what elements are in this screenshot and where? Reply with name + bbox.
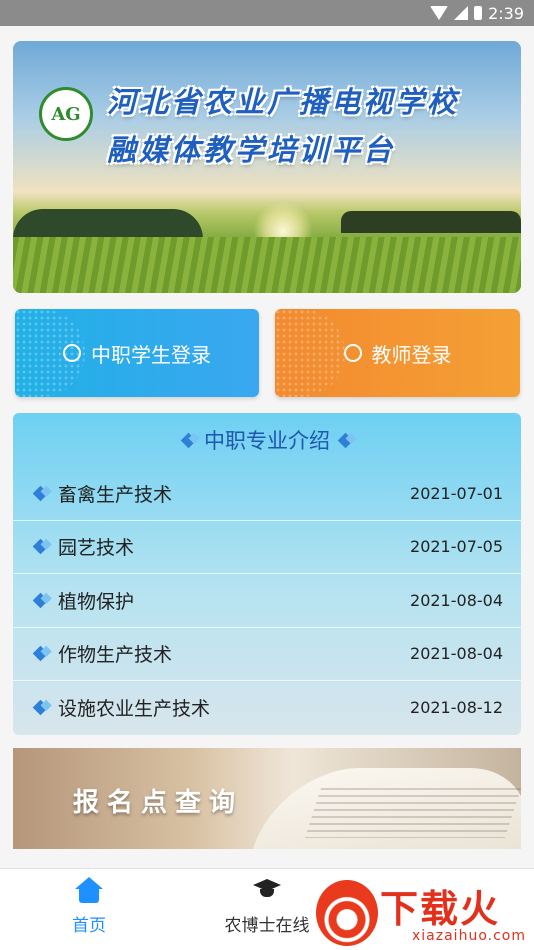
teacher-login-button[interactable]: 教师登录 [275, 309, 520, 397]
major-date: 2021-08-12 [410, 698, 503, 718]
graduation-cap-icon [252, 877, 282, 903]
major-name: 作物生产技术 [58, 644, 173, 667]
diamond-icon [180, 432, 197, 448]
watermark-url: xiazaihuo.com [412, 928, 526, 944]
majors-panel: 中职专业介绍 畜禽生产技术 2021-07-01 园艺技术 2021-07-05… [13, 413, 521, 735]
watermark: 下载火 xiazaihuo.com [316, 880, 534, 950]
status-bar: 2:39 [0, 0, 534, 26]
hero-banner: AG 河北省农业广播电视学校 融媒体教学培训平台 [13, 41, 521, 293]
tab-doctor-label: 农博士在线 [224, 916, 310, 936]
major-name: 植物保护 [58, 590, 135, 613]
teacher-icon [343, 344, 362, 362]
teacher-login-label: 教师登录 [371, 342, 452, 367]
major-name: 设施农业生产技术 [58, 698, 211, 721]
banner-title-line2: 融媒体教学培训平台 [107, 133, 396, 167]
tab-home[interactable]: 首页 [29, 877, 149, 936]
watermark-flame-logo [316, 880, 378, 946]
major-date: 2021-07-01 [410, 483, 503, 503]
tab-home-label: 首页 [72, 916, 106, 936]
student-login-button[interactable]: 中职学生登录 [15, 309, 259, 397]
book-text-lines [304, 788, 521, 838]
majors-heading-text: 中职专业介绍 [204, 429, 330, 453]
diamond-icon [337, 432, 354, 448]
battery-icon [474, 6, 483, 20]
watermark-brand: 下载火 [380, 887, 501, 931]
banner-hill [13, 209, 203, 239]
signal-icon [454, 6, 469, 20]
school-logo: AG [39, 87, 93, 141]
diamond-icon [32, 538, 49, 555]
student-icon [63, 344, 81, 362]
diamond-icon [32, 485, 49, 502]
student-login-label: 中职学生登录 [91, 342, 211, 367]
status-time: 2:39 [488, 3, 524, 23]
registration-query-label: 报名点查询 [73, 788, 244, 818]
major-date: 2021-07-05 [410, 537, 503, 557]
major-date: 2021-08-04 [410, 590, 503, 610]
home-icon [74, 877, 104, 903]
list-item[interactable]: 畜禽生产技术 2021-07-01 [13, 467, 521, 521]
diamond-icon [32, 699, 49, 716]
list-item[interactable]: 设施农业生产技术 2021-08-12 [13, 681, 521, 735]
diamond-icon [32, 592, 49, 609]
registration-query-banner[interactable]: 报名点查询 [13, 748, 521, 849]
list-item[interactable]: 植物保护 2021-08-04 [13, 574, 521, 628]
banner-trees [341, 211, 521, 233]
diamond-icon [32, 645, 49, 662]
button-dots-decoration [275, 309, 345, 397]
tab-agri-doctor-online[interactable]: 农博士在线 [207, 877, 327, 936]
major-name: 园艺技术 [58, 537, 135, 560]
wifi-icon [430, 6, 449, 20]
banner-title-line1: 河北省农业广播电视学校 [107, 85, 460, 119]
major-date: 2021-08-04 [410, 644, 503, 664]
major-name: 畜禽生产技术 [58, 483, 173, 506]
majors-heading: 中职专业介绍 [13, 413, 521, 467]
banner-field [13, 237, 521, 293]
list-item[interactable]: 园艺技术 2021-07-05 [13, 521, 521, 574]
list-item[interactable]: 作物生产技术 2021-08-04 [13, 628, 521, 681]
